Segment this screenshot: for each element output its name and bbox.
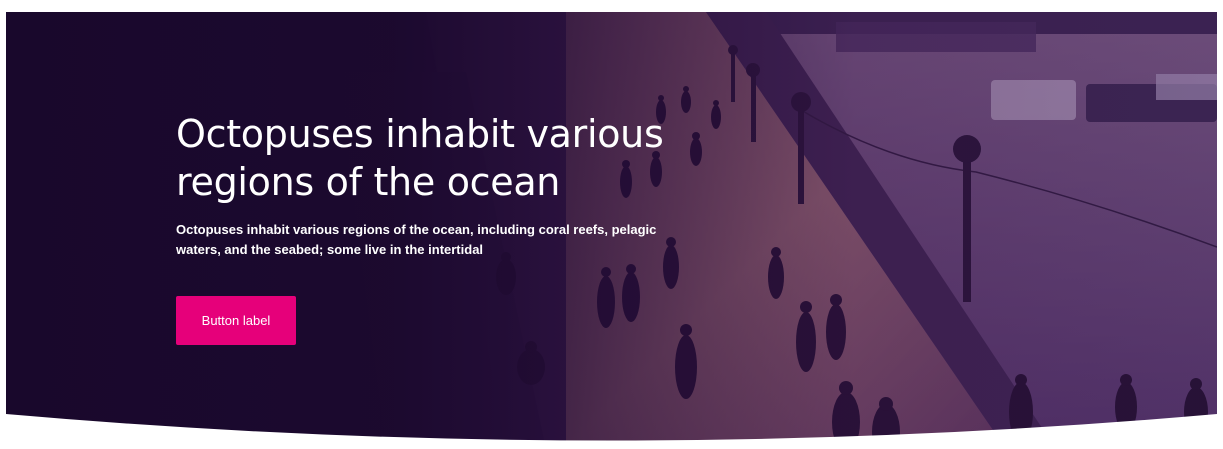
hero-content: Octopuses inhabit various regions of the… — [176, 110, 736, 345]
page: Octopuses inhabit various regions of the… — [0, 0, 1223, 449]
hero-cta-button[interactable]: Button label — [176, 296, 296, 345]
hero-title: Octopuses inhabit various regions of the… — [176, 112, 664, 204]
hero-subtitle: Octopuses inhabit various regions of the… — [176, 222, 657, 257]
hero-bottom-curve — [6, 414, 1217, 449]
hero-banner: Octopuses inhabit various regions of the… — [6, 12, 1217, 449]
